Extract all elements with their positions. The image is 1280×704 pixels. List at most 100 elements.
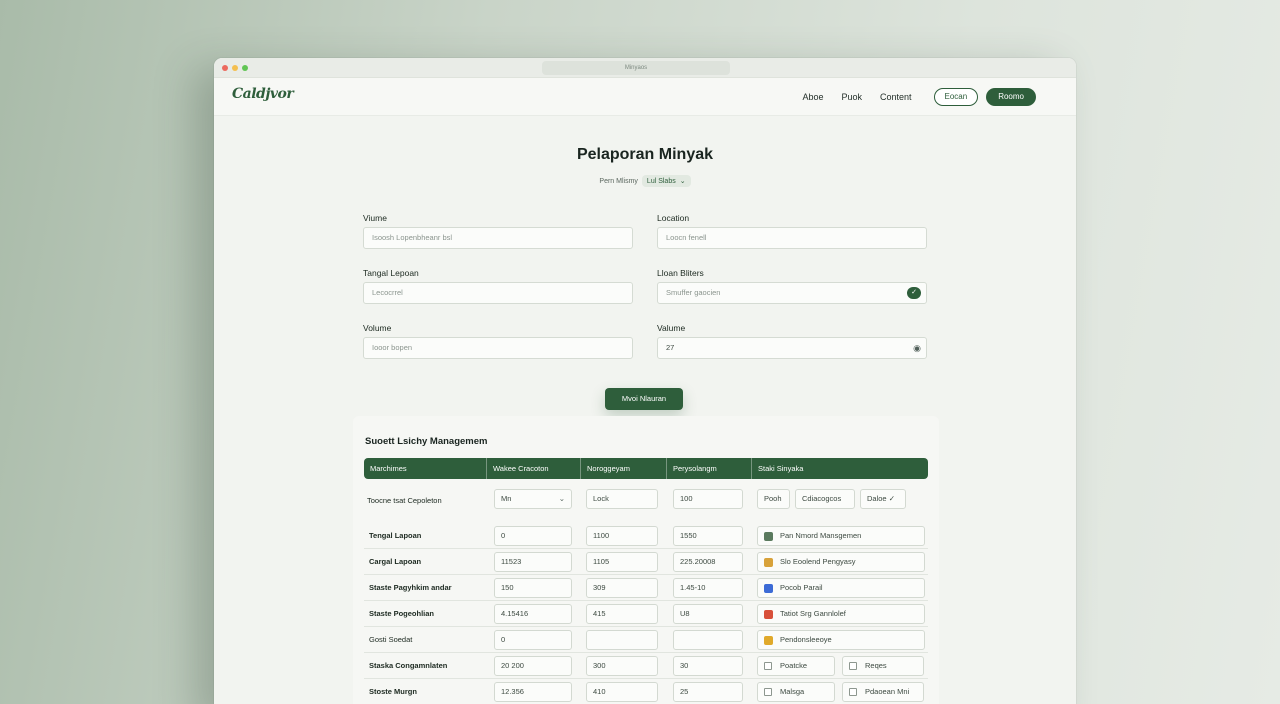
filter-pill[interactable]: Pooh (757, 489, 790, 509)
row-cell[interactable]: 11523 (494, 552, 572, 572)
sub-filter-label: Pern Mlismy (599, 177, 638, 185)
close-dot-icon[interactable] (222, 65, 228, 71)
status-cell[interactable]: Pendonsleeoye (757, 630, 925, 650)
nav-link-content[interactable]: Content (880, 92, 912, 102)
row-cell[interactable]: 309 (586, 578, 658, 598)
checkbox-cell[interactable]: Pdaoean Mni (842, 682, 924, 702)
row-cell[interactable]: 415 (586, 604, 658, 624)
checkbox-cell[interactable]: Malsga (757, 682, 835, 702)
row-cell[interactable]: U8 (673, 604, 743, 624)
filter-pill[interactable]: Cdiacogcos (795, 489, 855, 509)
row-cell[interactable]: 150 (494, 578, 572, 598)
row-cell[interactable]: 25 (673, 682, 743, 702)
status-icon (764, 610, 773, 619)
row-cell[interactable]: 1.45-10 (673, 578, 743, 598)
row-divider (364, 626, 928, 627)
nav-link-about[interactable]: Aboe (802, 92, 823, 102)
check-badge-icon[interactable]: ✓ (907, 287, 921, 299)
checkbox-icon[interactable] (849, 662, 857, 670)
header-cell-1[interactable]: Marchimes (364, 458, 487, 479)
row-cell[interactable]: 12.356 (494, 682, 572, 702)
row-cell[interactable]: 100 (673, 489, 743, 509)
minimize-dot-icon[interactable] (232, 65, 238, 71)
table-header: Marchimes Wakee Cracoton Noroggeyam Pery… (364, 458, 928, 479)
bliters-input[interactable]: Smuffer gaocien ✓ (657, 282, 927, 304)
field-label-viume: Viume (363, 213, 387, 223)
row-cell[interactable]: 225.20008 (673, 552, 743, 572)
row-cell[interactable]: 1550 (673, 526, 743, 546)
status-icon (764, 558, 773, 567)
header-cell-2[interactable]: Wakee Cracoton (487, 458, 581, 479)
brand-logo[interactable]: Caldjvor (232, 86, 294, 102)
top-navbar: Caldjvor Aboe Puok Content Eocan Roomo (214, 78, 1076, 116)
checkbox-icon[interactable] (849, 688, 857, 696)
status-label: Pan Nmord Mansgemen (780, 531, 862, 540)
status-icon (764, 532, 773, 541)
valume-value: 27 (666, 343, 675, 352)
row-cell[interactable]: 1100 (586, 526, 658, 546)
eye-icon[interactable]: ◉ (913, 338, 921, 358)
chevron-down-icon: ⌄ (679, 178, 686, 185)
bliters-placeholder: Smuffer gaocien (666, 288, 721, 297)
row-cell[interactable]: 0 (494, 630, 572, 650)
row-cell[interactable]: 300 (586, 656, 658, 676)
viume-input[interactable]: Isoosh Lopenbheanr bsl (363, 227, 633, 249)
browser-window: Minyaos Caldjvor Aboe Puok Content Eocan… (214, 58, 1076, 704)
row-label: Tengal Lapoan (369, 531, 422, 540)
valume-input[interactable]: 27 ◉ (657, 337, 927, 359)
window-controls (222, 65, 248, 71)
row-cell[interactable]: 4.15416 (494, 604, 572, 624)
status-label: Tatiot Srg Gannlolef (780, 609, 846, 618)
status-label: Slo Eoolend Pengyasy (780, 557, 856, 566)
page-title: Pelaporan Minyak (576, 146, 714, 163)
row-label: Cargal Lapoan (369, 557, 422, 566)
checkbox-cell[interactable]: Poatcke (757, 656, 835, 676)
volume-input[interactable]: Iooor bopen (363, 337, 633, 359)
row-cell[interactable]: Lock (586, 489, 658, 509)
table-title: Suoett Lsichy Managemem (365, 436, 488, 447)
row-divider (364, 600, 928, 601)
row-cell[interactable]: 0 (494, 526, 572, 546)
header-cell-4[interactable]: Perysolangm (667, 458, 752, 479)
row-cell[interactable]: 20 200 (494, 656, 572, 676)
header-cell-5[interactable]: Staki Sinyaka (752, 458, 928, 479)
row-cell[interactable]: 1105 (586, 552, 658, 572)
field-label-volume: Volume (363, 323, 392, 333)
submit-button[interactable]: Mvoi Nlauran (605, 388, 683, 410)
nav-link-puok[interactable]: Puok (841, 92, 862, 102)
checkbox-label: Poatcke (780, 661, 808, 670)
sub-filter-value: Lul Slabs (646, 177, 676, 185)
status-cell[interactable]: Pan Nmord Mansgemen (757, 526, 925, 546)
row-cell[interactable] (673, 630, 743, 650)
checkbox-icon[interactable] (764, 688, 772, 696)
row-label: Toocne tsat Cepoleton (367, 496, 442, 505)
row-cell[interactable]: 410 (586, 682, 658, 702)
field-label-bliters: Lloan Bliters (657, 268, 704, 278)
tangal-input[interactable]: Lecocrrel (363, 282, 633, 304)
url-bar[interactable]: Minyaos (542, 61, 730, 75)
filter-pill[interactable]: Daloe ✓ (860, 489, 906, 509)
row-cell[interactable] (586, 630, 658, 650)
header-cell-3[interactable]: Noroggeyam (581, 458, 667, 479)
status-cell[interactable]: Pocob Parail (757, 578, 925, 598)
checkbox-icon[interactable] (764, 662, 772, 670)
row-label: Gosti Soedat (369, 635, 413, 644)
location-input[interactable]: Loocn fenell (657, 227, 927, 249)
sub-filter-select[interactable]: Lul Slabs ⌄ (641, 175, 691, 187)
status-cell[interactable]: Tatiot Srg Gannlolef (757, 604, 925, 624)
filter-pill-label: Daloe (867, 494, 887, 503)
nav-primary-button[interactable]: Roomo (986, 88, 1036, 106)
maximize-dot-icon[interactable] (242, 65, 248, 71)
field-label-location: Location (657, 213, 690, 223)
row-divider (364, 548, 928, 549)
row-divider (364, 652, 928, 653)
checkbox-cell[interactable]: Reqes (842, 656, 924, 676)
row-select[interactable]: Mn ⌄ (494, 489, 572, 509)
status-cell[interactable]: Slo Eoolend Pengyasy (757, 552, 925, 572)
nav-outline-button[interactable]: Eocan (933, 88, 979, 106)
nav-links: Aboe Puok Content Eocan Roomo (802, 88, 1036, 106)
row-cell[interactable]: 30 (673, 656, 743, 676)
checkbox-label: Reqes (865, 661, 887, 670)
status-icon (764, 636, 773, 645)
row-label: Staska Congamnlaten (369, 661, 448, 670)
